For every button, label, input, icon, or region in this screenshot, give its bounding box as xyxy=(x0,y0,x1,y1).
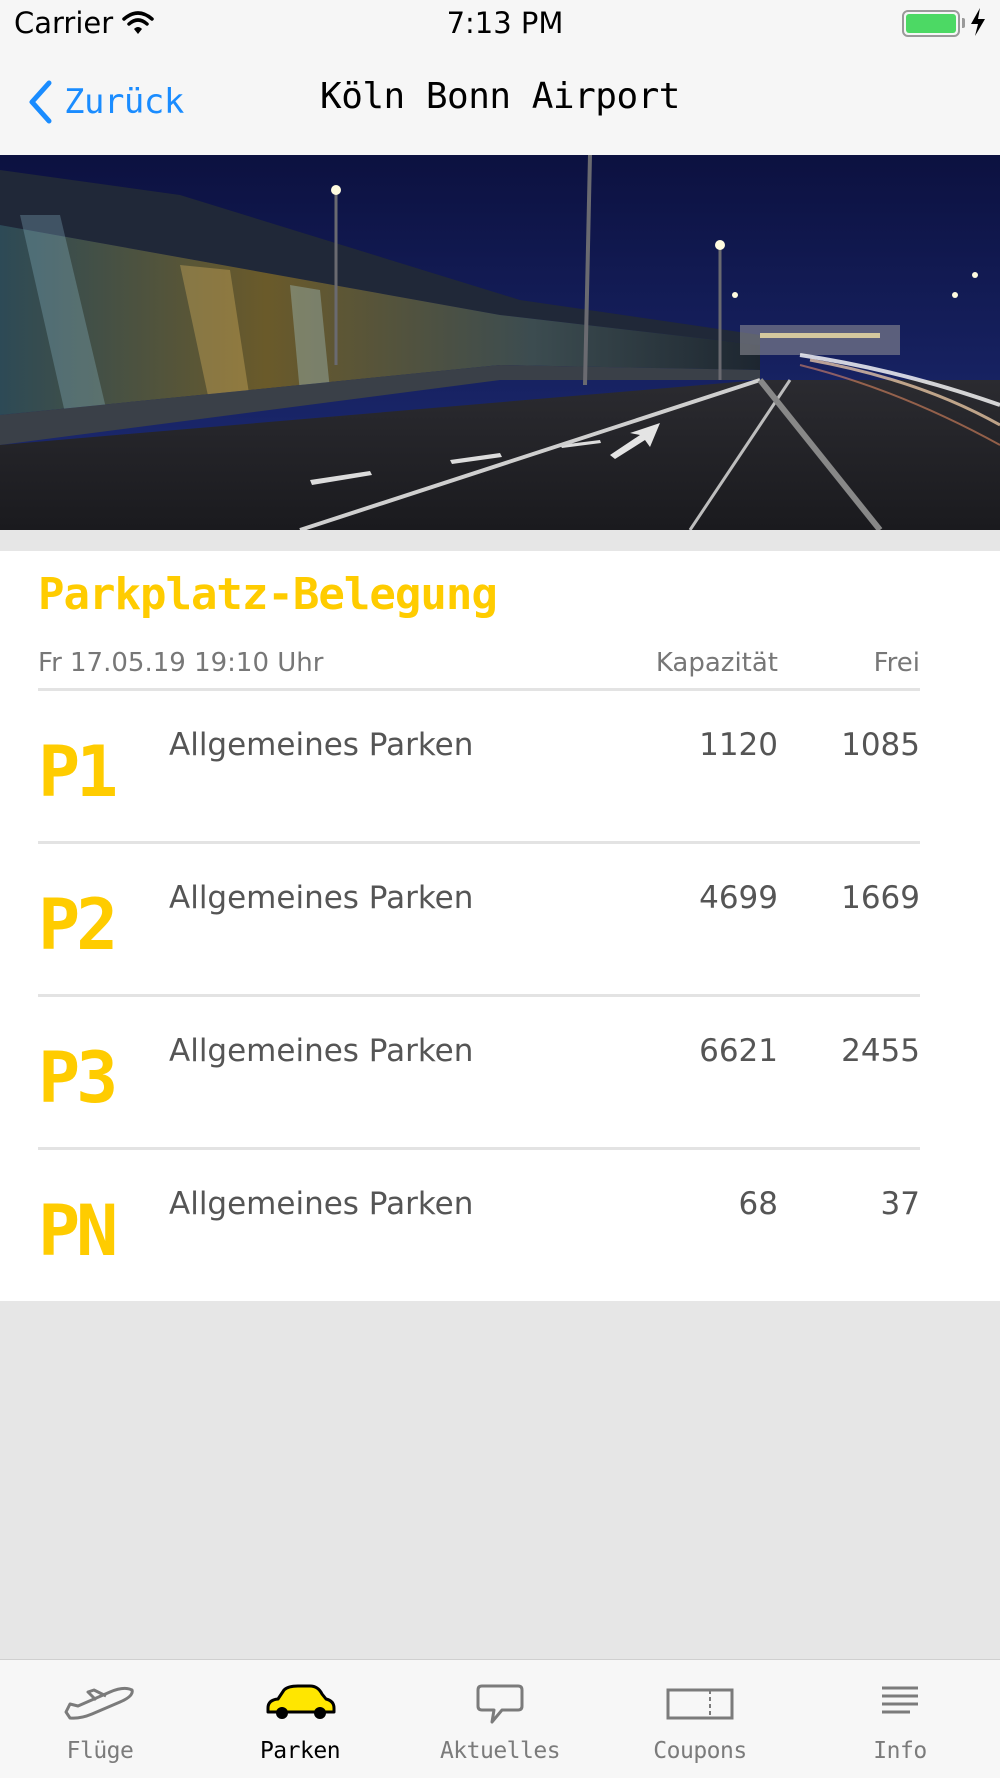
column-header-free: Frei xyxy=(873,648,920,678)
car-icon xyxy=(266,1684,336,1719)
list-icon xyxy=(882,1686,918,1714)
status-time: 7:13 PM xyxy=(446,6,564,40)
parking-capacity: 6621 xyxy=(699,1033,778,1069)
navigation-header: Carrier 7:13 PM Zurück Köln Bonn Airport xyxy=(0,0,1000,155)
tab-label: Aktuelles xyxy=(439,1738,561,1764)
tab-label: Coupons xyxy=(653,1738,747,1764)
timestamp: Fr 17.05.19 19:10 Uhr xyxy=(38,648,324,678)
ticket-icon xyxy=(666,1688,734,1720)
parking-name: Allgemeines Parken xyxy=(169,1186,474,1222)
table-header: Fr 17.05.19 19:10 Uhr Kapazität Frei xyxy=(38,648,920,682)
tab-info[interactable]: Info xyxy=(800,1660,1000,1778)
tab-parken[interactable]: Parken xyxy=(200,1660,400,1778)
parking-capacity: 1120 xyxy=(699,727,778,763)
parking-free: 2455 xyxy=(841,1033,920,1069)
tab-aktuelles[interactable]: Aktuelles xyxy=(400,1660,600,1778)
battery-icon xyxy=(902,10,960,37)
tab-label: Parken xyxy=(259,1738,341,1764)
parking-code: P2 xyxy=(38,884,118,966)
tab-label: Info xyxy=(873,1738,927,1764)
parking-free: 37 xyxy=(880,1186,920,1222)
parking-code: P3 xyxy=(38,1037,118,1119)
parking-name: Allgemeines Parken xyxy=(169,1033,474,1069)
parking-capacity: 68 xyxy=(738,1186,778,1222)
section-title: Parkplatz-Belegung xyxy=(38,569,498,620)
page-title: Köln Bonn Airport xyxy=(320,76,680,117)
tab-label: Flüge xyxy=(66,1738,134,1764)
parking-free: 1669 xyxy=(841,880,920,916)
charging-bolt-icon xyxy=(971,8,985,36)
column-header-capacity: Kapazität xyxy=(655,648,778,678)
airplane-icon xyxy=(64,1686,134,1720)
tab-bar: Flüge Parken Aktuelles Coupons Info xyxy=(0,1659,1000,1778)
parking-occupancy-card: Parkplatz-Belegung Fr 17.05.19 19:10 Uhr… xyxy=(0,551,1000,1301)
battery-nub xyxy=(962,18,965,28)
parking-row-p1[interactable]: P1 Allgemeines Parken 1120 1085 xyxy=(38,691,920,844)
hero-image xyxy=(0,155,1000,530)
parking-capacity: 4699 xyxy=(699,880,778,916)
parking-name: Allgemeines Parken xyxy=(169,880,474,916)
parking-row-pn[interactable]: PN Allgemeines Parken 68 37 xyxy=(38,1150,920,1303)
speech-bubble-icon xyxy=(476,1684,524,1724)
parking-code: P1 xyxy=(38,731,118,813)
tab-coupons[interactable]: Coupons xyxy=(600,1660,800,1778)
parking-free: 1085 xyxy=(841,727,920,763)
parking-row-p2[interactable]: P2 Allgemeines Parken 4699 1669 xyxy=(38,844,920,997)
parking-row-p3[interactable]: P3 Allgemeines Parken 6621 2455 xyxy=(38,997,920,1150)
parking-name: Allgemeines Parken xyxy=(169,727,474,763)
tab-fluege[interactable]: Flüge xyxy=(0,1660,200,1778)
parking-code: PN xyxy=(38,1190,118,1272)
